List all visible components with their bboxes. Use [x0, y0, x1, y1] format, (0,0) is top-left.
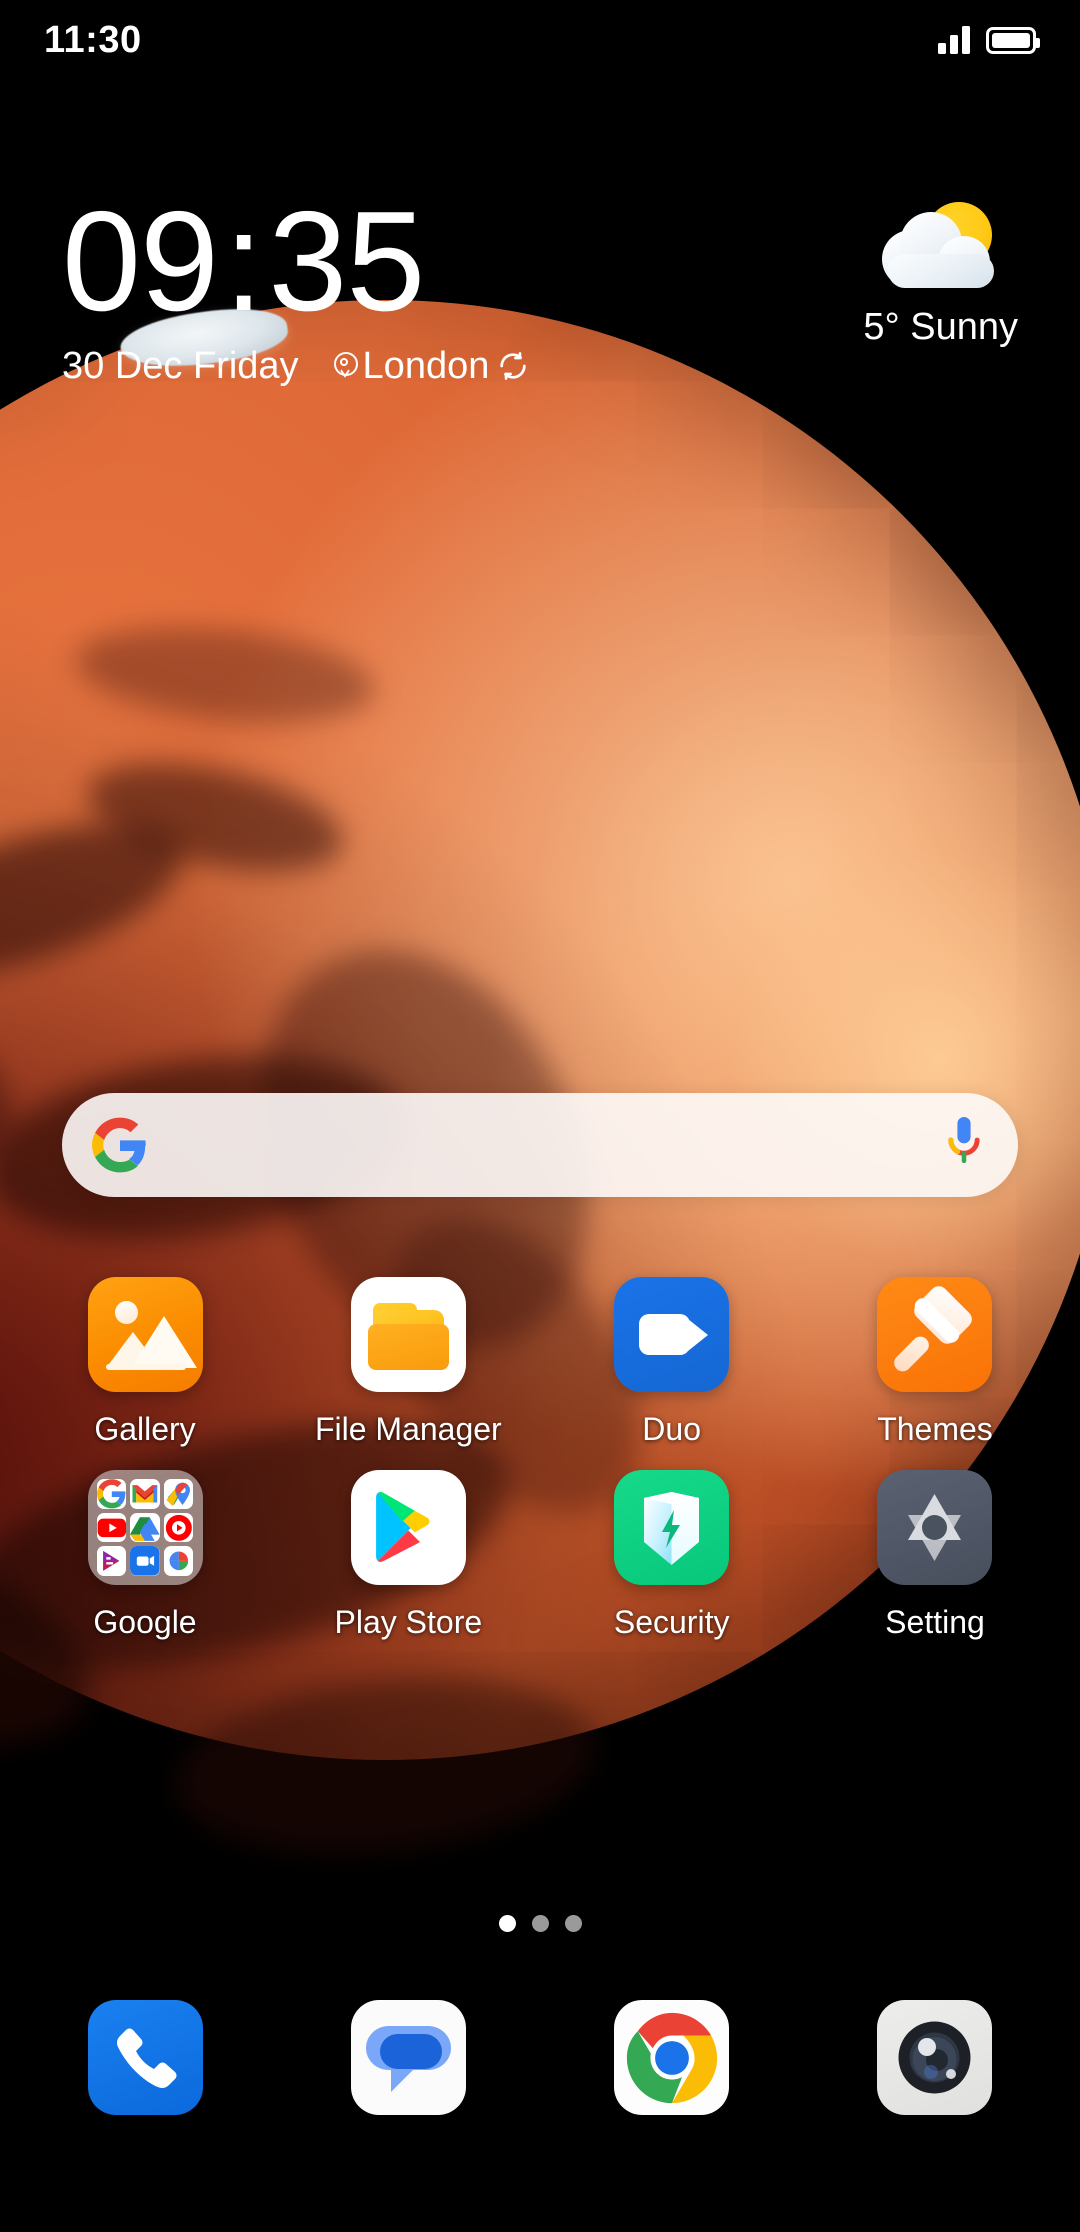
dock-item-messages[interactable]: [313, 2000, 503, 2115]
clock-location: London: [362, 344, 490, 387]
dock: [0, 2000, 1080, 2115]
page-indicator: [0, 1915, 1080, 1932]
app-file-manager[interactable]: File Manager: [313, 1277, 503, 1448]
app-label: Security: [613, 1604, 730, 1640]
setting-icon[interactable]: [877, 1470, 993, 1585]
location-pin-icon: [331, 350, 358, 382]
duo-icon[interactable]: [614, 1277, 730, 1392]
maps-icon: [163, 1479, 194, 1509]
youtube-music-icon: [163, 1512, 194, 1543]
app-play-store[interactable]: Play Store: [313, 1470, 503, 1641]
play-store-icon[interactable]: [350, 1470, 466, 1585]
weather-location-group[interactable]: London: [331, 345, 530, 388]
app-row: Google Play Store Security Setting: [0, 1470, 1080, 1641]
clock-time: 09:35: [62, 189, 529, 335]
phone-icon[interactable]: [87, 2000, 203, 2115]
app-row: Gallery File Manager Duo Themes: [0, 1277, 1080, 1448]
gmail-icon: [130, 1479, 160, 1509]
dock-item-chrome[interactable]: [577, 2000, 767, 2115]
app-grid: Gallery File Manager Duo Themes Google P…: [0, 1277, 1080, 1663]
themes-icon[interactable]: [877, 1277, 993, 1392]
app-setting[interactable]: Setting: [840, 1470, 1030, 1641]
sun-behind-cloud-icon: [876, 196, 1006, 292]
app-gallery[interactable]: Gallery: [50, 1277, 240, 1448]
signal-bars-icon: [938, 26, 970, 54]
page-dot-2[interactable]: [531, 1915, 549, 1932]
weather-text: 5° Sunny: [863, 306, 1018, 348]
clock-subline: 30 Dec Friday London: [62, 345, 529, 388]
cloud-shape: [881, 212, 1000, 288]
camera-icon[interactable]: [877, 2000, 993, 2115]
chrome-icon[interactable]: [614, 2000, 730, 2115]
dock-item-camera[interactable]: [840, 2000, 1030, 2115]
file-manager-icon[interactable]: [350, 1277, 466, 1392]
status-bar-clock: 11:30: [44, 18, 142, 61]
clock-separator: :: [223, 182, 263, 341]
messages-icon[interactable]: [350, 2000, 466, 2115]
security-icon[interactable]: [614, 1470, 730, 1585]
app-label: Gallery: [94, 1411, 196, 1447]
clock-minutes: 35: [268, 182, 425, 341]
google-folder-icon[interactable]: [87, 1470, 203, 1585]
photos-icon: [163, 1546, 194, 1576]
meet-icon: [130, 1546, 160, 1576]
page-dot-3[interactable]: [564, 1915, 582, 1932]
app-google-folder[interactable]: Google: [50, 1470, 240, 1641]
google-search-icon: [96, 1479, 127, 1509]
status-bar: 11:30: [0, 0, 1080, 80]
app-label: Google: [93, 1604, 197, 1640]
refresh-sync-icon[interactable]: [497, 350, 529, 382]
app-label: Duo: [642, 1411, 701, 1447]
drive-icon: [130, 1512, 160, 1543]
dock-item-phone[interactable]: [50, 2000, 240, 2115]
app-label: File Manager: [314, 1411, 502, 1447]
weather-widget[interactable]: 5° Sunny: [863, 196, 1018, 349]
youtube-icon: [96, 1512, 127, 1543]
clock-date: 30 Dec Friday: [62, 344, 299, 387]
app-label: Play Store: [334, 1604, 483, 1640]
play-movies-icon: [96, 1546, 127, 1576]
clock-hours: 09: [62, 182, 219, 341]
page-dot-1[interactable]: [498, 1915, 516, 1932]
clock-and-date[interactable]: 09:35 30 Dec Friday London: [62, 189, 529, 388]
app-label: Setting: [885, 1604, 985, 1640]
battery-full-icon: [986, 26, 1040, 54]
app-themes[interactable]: Themes: [840, 1277, 1030, 1448]
status-bar-indicators: [938, 26, 1040, 54]
clock-widget[interactable]: 09:35 30 Dec Friday London 5° Sunny: [0, 189, 1080, 388]
google-search-bar[interactable]: [62, 1093, 1018, 1197]
gallery-icon[interactable]: [87, 1277, 203, 1392]
app-security[interactable]: Security: [577, 1470, 767, 1641]
microphone-icon[interactable]: [944, 1117, 984, 1173]
app-duo[interactable]: Duo: [577, 1277, 767, 1448]
app-label: Themes: [877, 1411, 993, 1447]
google-g-icon: [92, 1117, 148, 1173]
